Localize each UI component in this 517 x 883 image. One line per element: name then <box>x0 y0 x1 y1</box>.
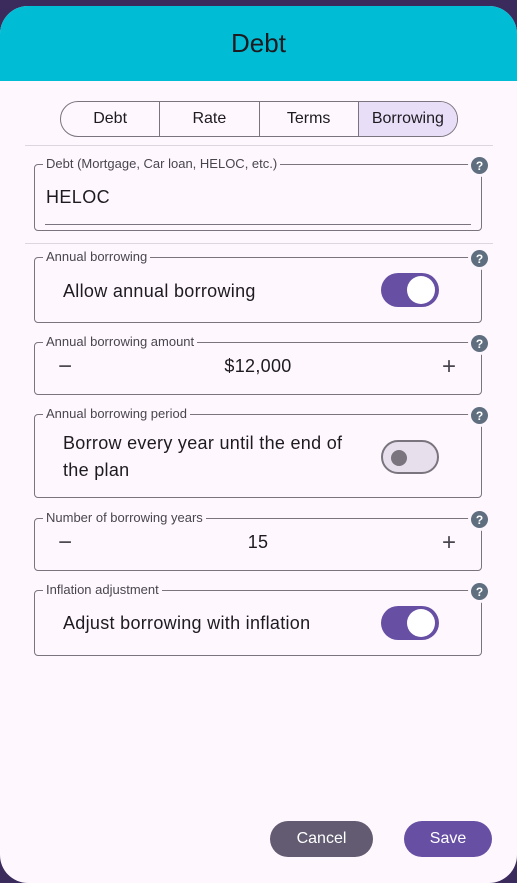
annual-borrowing-toggle[interactable] <box>381 273 439 307</box>
borrowing-period-field: Annual borrowing period ? Borrow every y… <box>34 406 488 498</box>
help-icon[interactable]: ? <box>471 511 488 528</box>
plus-icon[interactable]: + <box>437 531 461 555</box>
dialog-title: Debt <box>231 28 286 58</box>
inflation-field: Inflation adjustment ? Adjust borrowing … <box>34 582 488 656</box>
borrowing-amount-value[interactable]: $12,000 <box>35 356 481 377</box>
inflation-label: Inflation adjustment <box>43 582 162 598</box>
toggle-knob <box>407 609 435 637</box>
borrowing-amount-stepper: Annual borrowing amount ? − $12,000 + <box>34 334 488 395</box>
borrowing-period-toggle[interactable] <box>381 440 439 474</box>
annual-borrowing-label: Annual borrowing <box>43 249 151 265</box>
debt-field-value[interactable]: HELOC <box>46 187 110 208</box>
debt-field-underline <box>45 224 471 225</box>
borrowing-years-label: Number of borrowing years <box>43 510 206 526</box>
borrowing-period-label: Annual borrowing period <box>43 406 190 422</box>
dialog-header: Debt <box>0 6 517 81</box>
divider <box>25 145 493 146</box>
help-icon[interactable]: ? <box>471 250 488 267</box>
tab-rate[interactable]: Rate <box>160 102 260 136</box>
annual-borrowing-field: Annual borrowing ? Allow annual borrowin… <box>34 249 488 323</box>
tab-borrowing[interactable]: Borrowing <box>358 102 457 136</box>
toggle-knob <box>391 450 407 466</box>
debt-dialog: Debt Debt Rate Terms Borrowing Debt (Mor… <box>0 6 517 883</box>
tab-debt[interactable]: Debt <box>61 102 161 136</box>
borrowing-years-value[interactable]: 15 <box>35 532 481 553</box>
save-button[interactable]: Save <box>404 821 492 857</box>
debt-field[interactable]: Debt (Mortgage, Car loan, HELOC, etc.) ?… <box>34 156 488 231</box>
divider <box>25 243 493 244</box>
plus-icon[interactable]: + <box>437 355 461 379</box>
borrowing-period-text-line1: Borrow every year until the end of <box>63 433 343 453</box>
tab-bar: Debt Rate Terms Borrowing <box>60 101 458 137</box>
borrowing-years-stepper: Number of borrowing years ? − 15 + <box>34 510 488 571</box>
inflation-text: Adjust borrowing with inflation <box>63 613 311 633</box>
cancel-button[interactable]: Cancel <box>270 821 373 857</box>
help-icon[interactable]: ? <box>471 407 488 424</box>
borrowing-period-text-line2: the plan <box>63 460 130 480</box>
help-icon[interactable]: ? <box>471 335 488 352</box>
borrowing-amount-label: Annual borrowing amount <box>43 334 198 350</box>
tab-terms[interactable]: Terms <box>260 102 359 136</box>
annual-borrowing-text: Allow annual borrowing <box>63 281 256 301</box>
toggle-knob <box>407 276 435 304</box>
help-icon[interactable]: ? <box>471 157 488 174</box>
debt-field-label: Debt (Mortgage, Car loan, HELOC, etc.) <box>43 156 281 172</box>
inflation-toggle[interactable] <box>381 606 439 640</box>
help-icon[interactable]: ? <box>471 583 488 600</box>
